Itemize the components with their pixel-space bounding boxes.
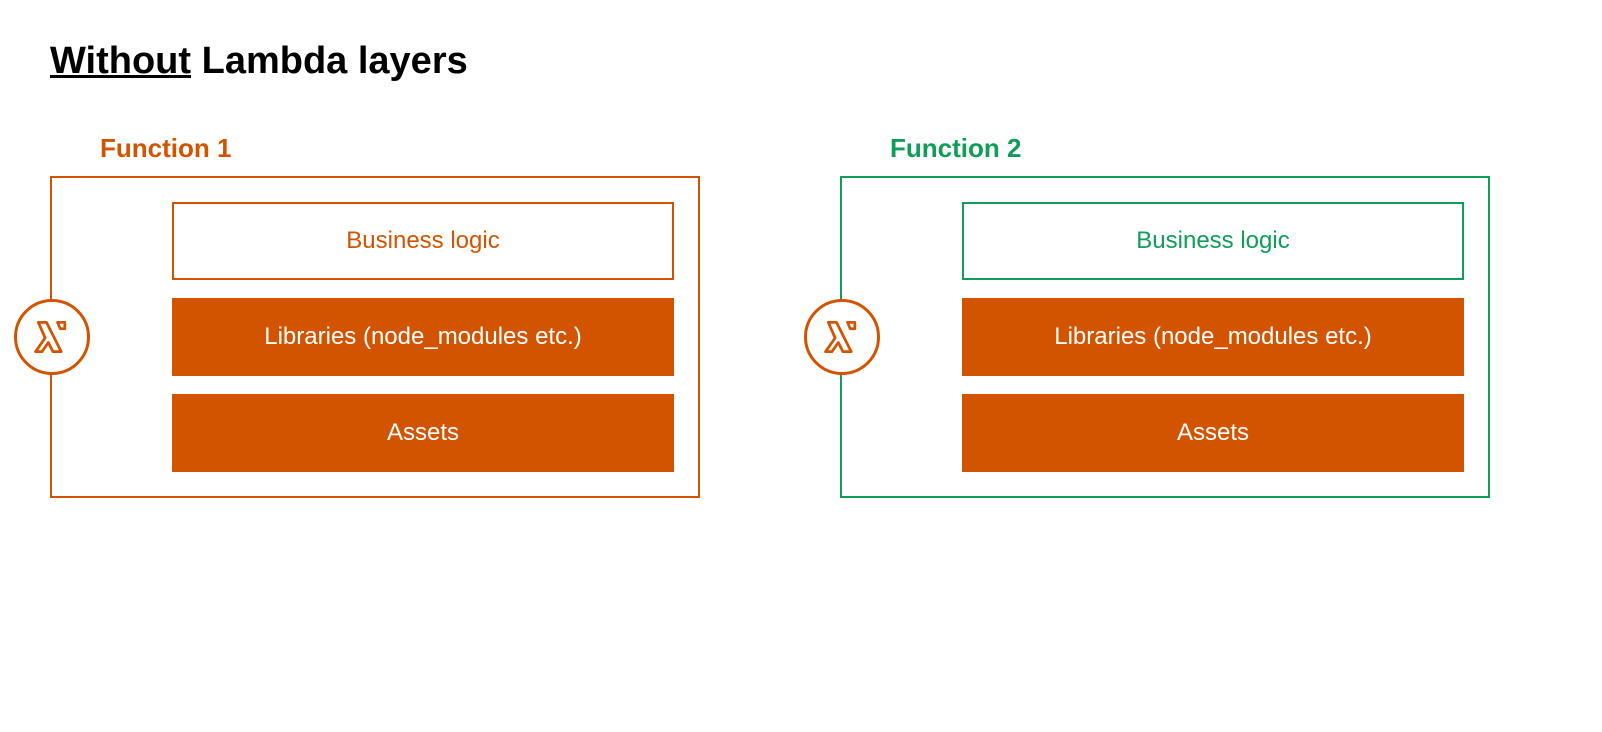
function-block-1: Function 1 Business logic Libraries (nod… (50, 133, 700, 498)
title-rest: Lambda layers (191, 40, 468, 82)
libraries-layer: Libraries (node_modules etc.) (962, 298, 1464, 376)
business-logic-layer: Business logic (962, 202, 1464, 280)
title-underlined: Without (50, 40, 191, 82)
function-2-box: Business logic Libraries (node_modules e… (840, 176, 1490, 498)
business-logic-layer: Business logic (172, 202, 674, 280)
assets-layer: Assets (172, 394, 674, 472)
function-1-box: Business logic Libraries (node_modules e… (50, 176, 700, 498)
lambda-icon (14, 299, 90, 375)
libraries-layer: Libraries (node_modules etc.) (172, 298, 674, 376)
assets-layer: Assets (962, 394, 1464, 472)
function-1-label: Function 1 (100, 133, 700, 164)
lambda-icon (804, 299, 880, 375)
functions-container: Function 1 Business logic Libraries (nod… (50, 133, 1552, 498)
function-2-label: Function 2 (890, 133, 1490, 164)
function-block-2: Function 2 Business logic Libraries (nod… (840, 133, 1490, 498)
diagram-title: Without Lambda layers (50, 40, 1552, 83)
